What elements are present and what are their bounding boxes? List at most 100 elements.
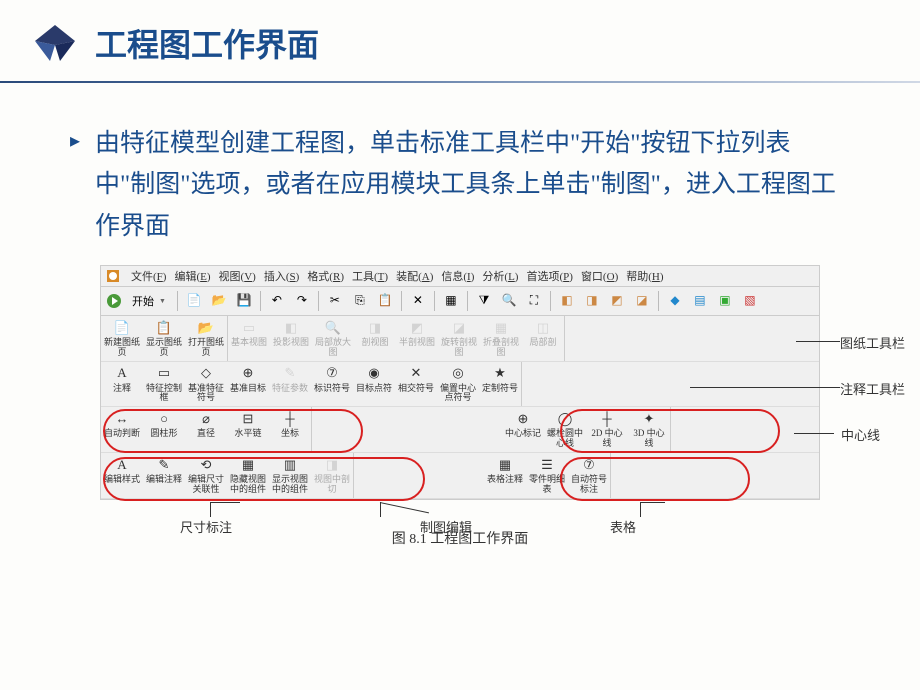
- tool-button[interactable]: ⟲编辑尺寸关联性: [185, 453, 227, 498]
- menu-item[interactable]: 装配(A): [392, 269, 437, 285]
- view2-button[interactable]: ◨: [581, 290, 603, 312]
- tool-button[interactable]: ↔自动判断: [101, 407, 143, 452]
- tool-label: 水平链: [234, 429, 261, 439]
- tool-button[interactable]: ⊕基准目标: [227, 362, 269, 407]
- tool-button[interactable]: ◉目标点符: [353, 362, 395, 407]
- menu-item[interactable]: 分析(L): [478, 269, 522, 285]
- tool-label: 基本视图: [231, 338, 267, 348]
- color-button[interactable]: ◆: [664, 290, 686, 312]
- tool-icon: ▦: [495, 456, 515, 474]
- menu-item[interactable]: 文件(F): [127, 269, 170, 285]
- dropdown-arrow-icon: ▼: [159, 297, 166, 305]
- tool-button[interactable]: ⊕中心标记: [502, 407, 544, 452]
- tool-icon: ⊕: [238, 365, 258, 383]
- tool-icon: ┼: [280, 410, 300, 428]
- menu-item[interactable]: 工具(T): [348, 269, 392, 285]
- tool-button[interactable]: ┼坐标: [269, 407, 311, 452]
- cut-button[interactable]: ✂: [324, 290, 346, 312]
- tool-icon: ★: [490, 365, 510, 383]
- menu-item[interactable]: 窗口(O): [577, 269, 622, 285]
- tool-button[interactable]: A编辑样式: [101, 453, 143, 498]
- tool-label: 特征控制框: [145, 384, 183, 404]
- grid-button[interactable]: ▦: [440, 290, 462, 312]
- layer-button[interactable]: ▤: [689, 290, 711, 312]
- edit-toolbar-row: A编辑样式✎编辑注释⟲编辑尺寸关联性▦隐藏视图中的组件▥显示视图中的组件◨视图中…: [101, 453, 819, 499]
- menu-item[interactable]: 信息(I): [437, 269, 478, 285]
- tool-button[interactable]: ⑦标识符号: [311, 362, 353, 407]
- delete-button[interactable]: ✕: [407, 290, 429, 312]
- view1-button[interactable]: ◧: [556, 290, 578, 312]
- tool-button[interactable]: ◇基准特征符号: [185, 362, 227, 407]
- tool-button[interactable]: 📂打开图纸页: [185, 316, 227, 361]
- tool-button[interactable]: 📋显示图纸页: [143, 316, 185, 361]
- tool-button[interactable]: ⌀直径: [185, 407, 227, 452]
- menu-item[interactable]: 视图(V): [215, 269, 260, 285]
- tool-button[interactable]: ○圆柱形: [143, 407, 185, 452]
- tool-button[interactable]: ✦3D 中心线: [628, 407, 670, 452]
- tool-icon: ◪: [449, 319, 469, 337]
- tool-group: ⊕中心标记◯螺栓圆中心线┼2D 中心线✦3D 中心线: [502, 407, 671, 452]
- tool-group: A注释▭特征控制框◇基准特征符号⊕基准目标✎特征参数⑦标识符号◉目标点符✕相交符…: [101, 362, 522, 407]
- tool-group: ↔自动判断○圆柱形⌀直径⊟水平链┼坐标: [101, 407, 312, 452]
- tool-icon: ☰: [537, 456, 557, 474]
- tool-button[interactable]: ▦表格注释: [484, 453, 526, 498]
- menu-item[interactable]: 帮助(H): [622, 269, 667, 285]
- tool-label: 显示图纸页: [145, 338, 183, 358]
- tool-button[interactable]: ◎偏置中心点符号: [437, 362, 479, 407]
- tool-button[interactable]: ★定制符号: [479, 362, 521, 407]
- menu-item[interactable]: 编辑(E): [170, 269, 214, 285]
- tool-button[interactable]: ✎编辑注释: [143, 453, 185, 498]
- tool-label: 3D 中心线: [630, 429, 668, 449]
- new-file-button[interactable]: 📄: [183, 290, 205, 312]
- view3-button[interactable]: ◩: [606, 290, 628, 312]
- tool-button: ◨剖视图: [354, 316, 396, 361]
- undo-button[interactable]: ↶: [266, 290, 288, 312]
- tool-label: 基准目标: [230, 384, 266, 394]
- tool-button[interactable]: ⊟水平链: [227, 407, 269, 452]
- paste-button[interactable]: 📋: [374, 290, 396, 312]
- tool-button[interactable]: ◯螺栓圆中心线: [544, 407, 586, 452]
- save-button[interactable]: 💾: [233, 290, 255, 312]
- fit-button[interactable]: ⛶: [523, 290, 545, 312]
- tool-label: 打开图纸页: [187, 338, 225, 358]
- zoom-button[interactable]: 🔍: [498, 290, 520, 312]
- tool-button[interactable]: A注释: [101, 362, 143, 407]
- misc2-button[interactable]: ▧: [739, 290, 761, 312]
- menu-item[interactable]: 插入(S): [260, 269, 303, 285]
- copy-button[interactable]: ⎘: [349, 290, 371, 312]
- open-file-button[interactable]: 📂: [208, 290, 230, 312]
- redo-button[interactable]: ↷: [291, 290, 313, 312]
- tool-label: 新建图纸页: [103, 338, 141, 358]
- menu-item[interactable]: 首选项(P): [522, 269, 576, 285]
- tool-icon: A: [112, 365, 132, 383]
- page-title: 工程图工作界面: [95, 20, 319, 66]
- tool-label: 偏置中心点符号: [439, 384, 477, 404]
- tool-icon: ⟲: [196, 456, 216, 474]
- tool-button[interactable]: ┼2D 中心线: [586, 407, 628, 452]
- tool-button[interactable]: ⑦自动符号标注: [568, 453, 610, 498]
- tool-button[interactable]: 📄新建图纸页: [101, 316, 143, 361]
- tool-button[interactable]: ✕相交符号: [395, 362, 437, 407]
- tool-label: 相交符号: [398, 384, 434, 394]
- tool-icon: ⊟: [238, 410, 258, 428]
- tool-label: 编辑尺寸关联性: [187, 475, 225, 495]
- tool-button[interactable]: ☰零件明细表: [526, 453, 568, 498]
- slide-header: 工程图工作界面: [0, 0, 920, 81]
- tool-button[interactable]: ▭特征控制框: [143, 362, 185, 407]
- tool-icon: ◇: [196, 365, 216, 383]
- tool-icon: ◎: [448, 365, 468, 383]
- misc1-button[interactable]: ▣: [714, 290, 736, 312]
- tool-button[interactable]: ▥显示视图中的组件: [269, 453, 311, 498]
- tool-icon: ◯: [555, 410, 575, 428]
- annotation-label: 中心线: [841, 425, 880, 444]
- tool-label: 坐标: [281, 429, 299, 439]
- tool-icon: 📂: [196, 319, 216, 337]
- menu-item[interactable]: 格式(R): [303, 269, 348, 285]
- tool-icon: ▭: [239, 319, 259, 337]
- tool-button[interactable]: ▦隐藏视图中的组件: [227, 453, 269, 498]
- tool-icon: ✕: [406, 365, 426, 383]
- filter-button[interactable]: ⧩: [473, 290, 495, 312]
- standard-toolbar: 开始 ▼ 📄 📂 💾 ↶ ↷ ✂ ⎘ 📋 ✕ ▦ ⧩ 🔍 ⛶ ◧ ◨ ◩ ◪ ◆…: [100, 287, 820, 316]
- view4-button[interactable]: ◪: [631, 290, 653, 312]
- start-button[interactable]: 开始 ▼: [126, 291, 172, 311]
